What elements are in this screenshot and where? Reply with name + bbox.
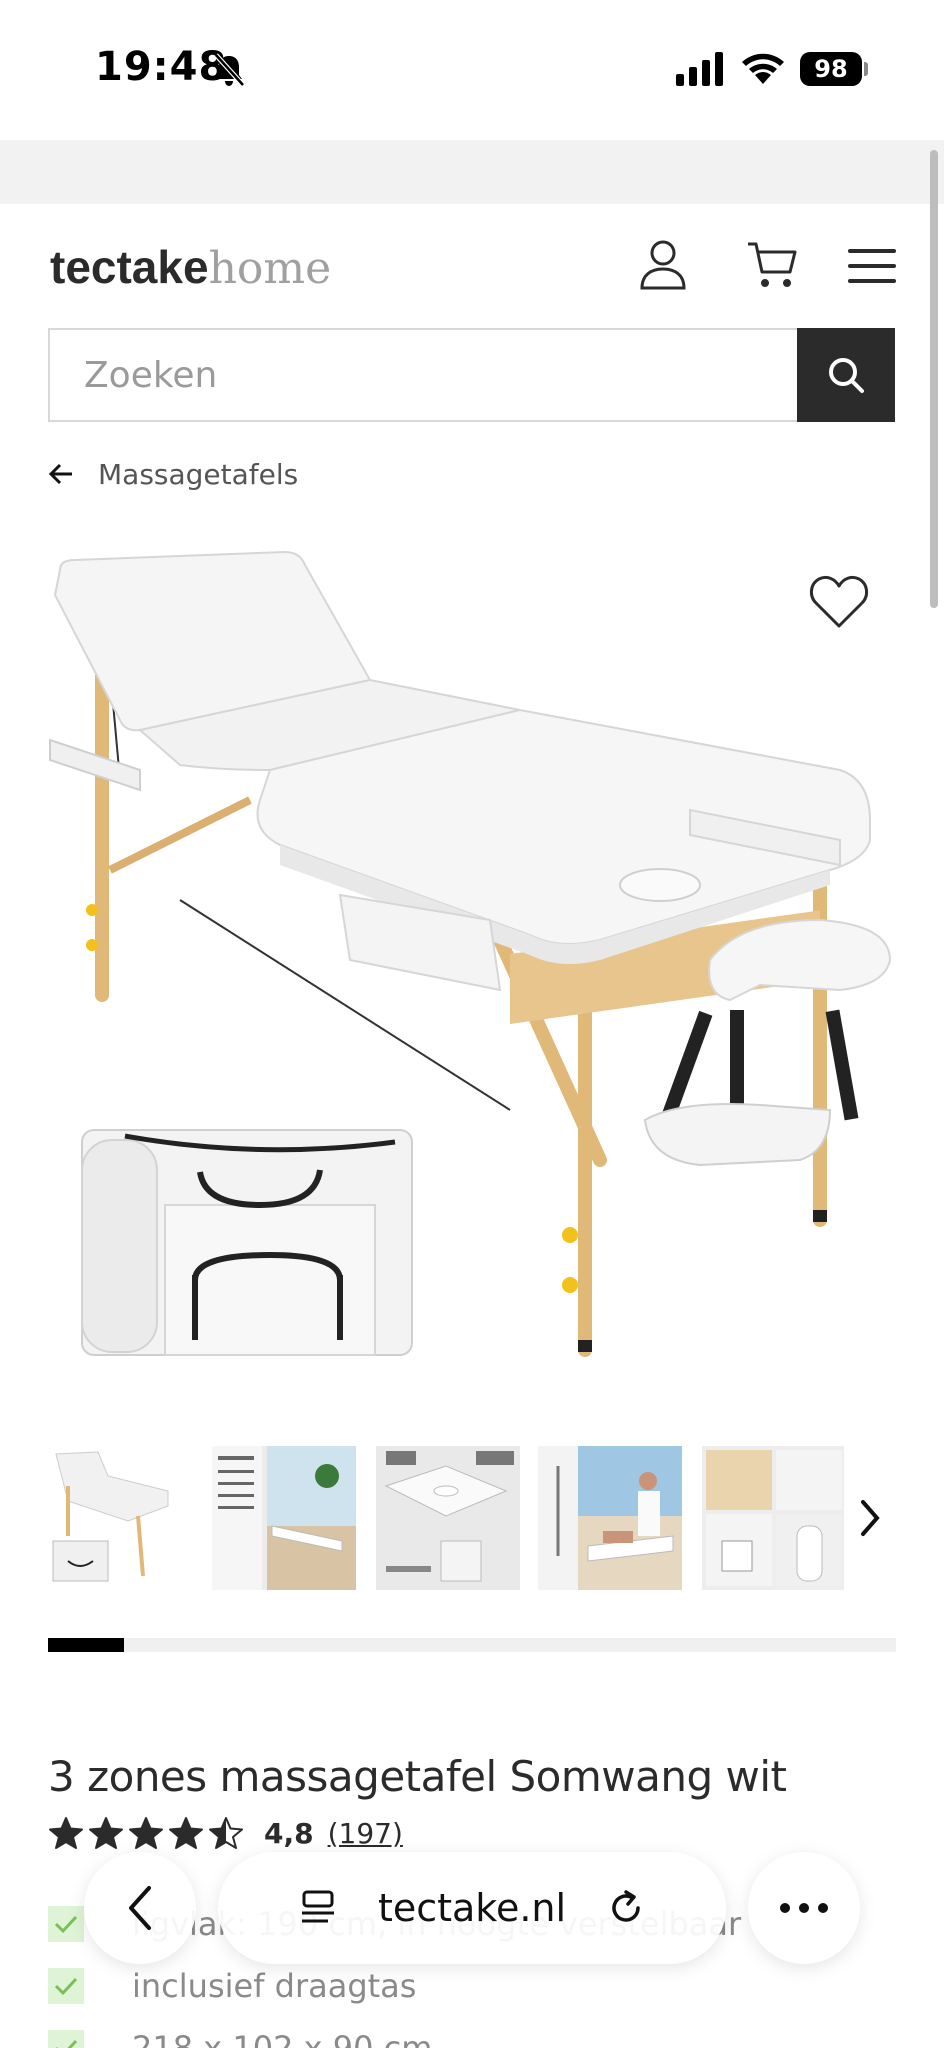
reader-mode-icon[interactable] <box>298 1888 338 1928</box>
signal-icon <box>676 52 723 86</box>
feature-item: 218 x 102 x 90 cm <box>48 2022 748 2048</box>
ellipsis-icon <box>780 1903 828 1913</box>
browser-bottom-bar: tectake.nl <box>0 1840 944 1970</box>
bell-muted-icon <box>214 53 245 87</box>
cart-icon[interactable] <box>746 240 798 290</box>
wifi-icon <box>742 53 784 84</box>
battery-tip <box>864 62 868 76</box>
account-icon[interactable] <box>636 238 690 292</box>
search-icon <box>829 358 864 393</box>
search-input[interactable] <box>50 330 798 420</box>
search-button[interactable] <box>797 328 895 422</box>
logo-light-text: home <box>208 243 332 294</box>
browser-toolbar-band <box>0 140 944 204</box>
thumbnail-5[interactable] <box>702 1446 846 1590</box>
browser-back-button[interactable] <box>84 1852 196 1964</box>
chevron-left-icon <box>129 1886 151 1930</box>
product-title: 3 zones massagetafel Somwang wit <box>48 1752 787 1801</box>
gallery-progress-fill <box>48 1638 124 1652</box>
thumbnail-1[interactable] <box>48 1446 192 1590</box>
product-main-image[interactable] <box>40 540 900 1390</box>
chevron-right-icon <box>861 1500 880 1536</box>
breadcrumb[interactable]: Massagetafels <box>48 452 298 496</box>
arrow-left-icon <box>48 463 72 485</box>
logo-bold-text: tectake <box>50 241 209 293</box>
thumbnail-2[interactable] <box>212 1446 356 1590</box>
more-options-button[interactable] <box>748 1852 860 1964</box>
status-time: 19:48 <box>95 44 228 90</box>
reload-icon[interactable] <box>606 1888 646 1928</box>
battery-indicator: 98 <box>800 52 862 86</box>
status-bar: 19:48 98 <box>0 0 944 140</box>
thumbnail-next-button[interactable] <box>844 1446 896 1590</box>
feature-text: inclusief draagtas <box>132 1967 417 2005</box>
site-logo[interactable]: tectakehome <box>50 240 331 294</box>
url-text: tectake.nl <box>377 1886 567 1930</box>
check-icon <box>48 1968 84 2004</box>
thumbnail-4[interactable] <box>538 1446 682 1590</box>
thumbnail-strip <box>48 1446 898 1590</box>
gallery-progress-track <box>48 1638 896 1652</box>
scrollbar[interactable] <box>930 150 938 608</box>
search-box <box>48 328 798 422</box>
address-bar[interactable]: tectake.nl <box>218 1852 726 1964</box>
check-icon <box>48 2030 84 2048</box>
thumbnail-3[interactable] <box>376 1446 520 1590</box>
heart-icon[interactable] <box>808 574 870 630</box>
hamburger-menu-icon[interactable] <box>846 246 898 286</box>
feature-text: 218 x 102 x 90 cm <box>132 2029 433 2048</box>
breadcrumb-label: Massagetafels <box>98 457 299 491</box>
